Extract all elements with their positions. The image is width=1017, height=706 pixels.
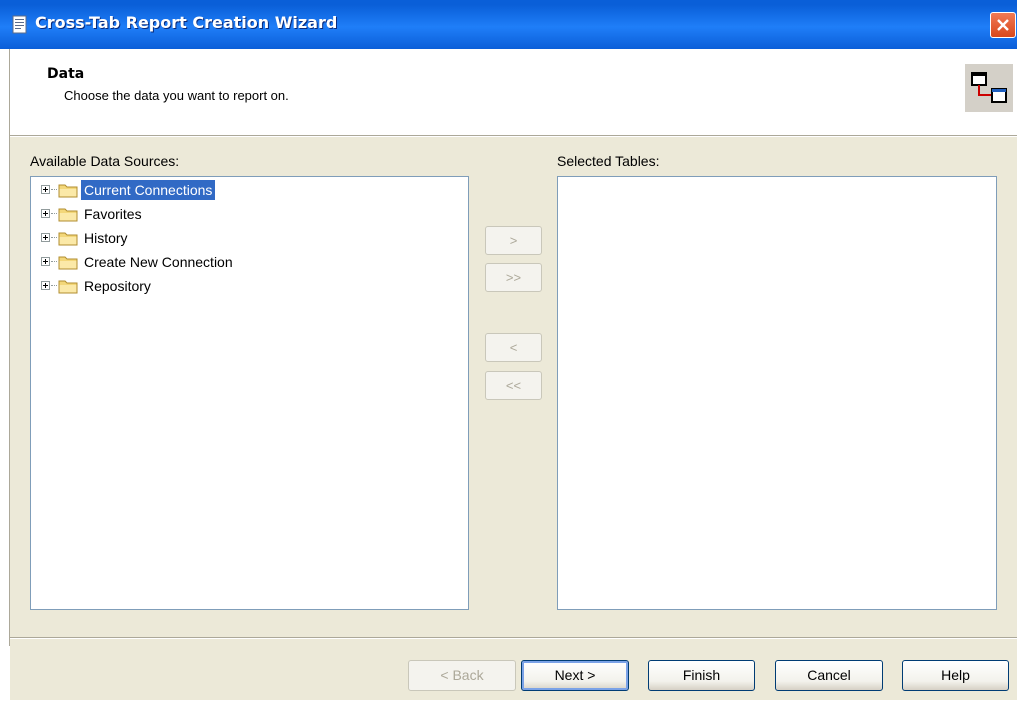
tree-item-label: Repository	[84, 278, 151, 294]
title-bar[interactable]: Cross-Tab Report Creation Wizard	[0, 0, 1017, 49]
expand-icon[interactable]	[41, 185, 50, 194]
help-button[interactable]: Help	[902, 660, 1009, 691]
tree-item-label: Current Connections	[81, 180, 216, 200]
close-icon	[997, 19, 1009, 31]
available-data-sources-label: Available Data Sources:	[30, 153, 180, 169]
tree-item-label: Create New Connection	[84, 254, 233, 270]
cancel-button[interactable]: Cancel	[775, 660, 883, 691]
folder-icon	[58, 232, 78, 246]
folder-icon	[58, 280, 78, 294]
tree-item-label: Favorites	[84, 206, 142, 222]
expand-icon[interactable]	[41, 257, 50, 266]
back-button[interactable]: < Back	[408, 660, 516, 691]
remove-button[interactable]: <	[485, 333, 542, 362]
window-title: Cross-Tab Report Creation Wizard	[35, 13, 338, 32]
page-subtitle: Choose the data you want to report on.	[64, 88, 289, 103]
remove-all-button[interactable]: <<	[485, 371, 542, 400]
close-button[interactable]	[990, 12, 1016, 38]
folder-icon	[58, 184, 78, 198]
add-all-button[interactable]: >>	[485, 263, 542, 292]
report-icon	[12, 15, 27, 34]
add-button[interactable]: >	[485, 226, 542, 255]
expand-icon[interactable]	[41, 209, 50, 218]
expand-icon[interactable]	[41, 233, 50, 242]
table-link-icon	[965, 64, 1013, 112]
wizard-header: Data Choose the data you want to report …	[10, 49, 1017, 135]
tree-item-label: History	[84, 230, 128, 246]
wizard-window: Cross-Tab Report Creation Wizard Data Ch…	[0, 0, 1017, 706]
selected-tables-label: Selected Tables:	[557, 153, 660, 169]
selected-tables-list[interactable]	[557, 176, 997, 610]
folder-icon	[58, 256, 78, 270]
folder-icon	[58, 208, 78, 222]
available-data-sources-tree[interactable]: Current Connections Favorites History Cr…	[30, 176, 469, 610]
next-button[interactable]: Next >	[521, 660, 629, 691]
left-border-line	[9, 49, 10, 646]
expand-icon[interactable]	[41, 281, 50, 290]
finish-button[interactable]: Finish	[648, 660, 755, 691]
page-title: Data	[47, 66, 85, 82]
